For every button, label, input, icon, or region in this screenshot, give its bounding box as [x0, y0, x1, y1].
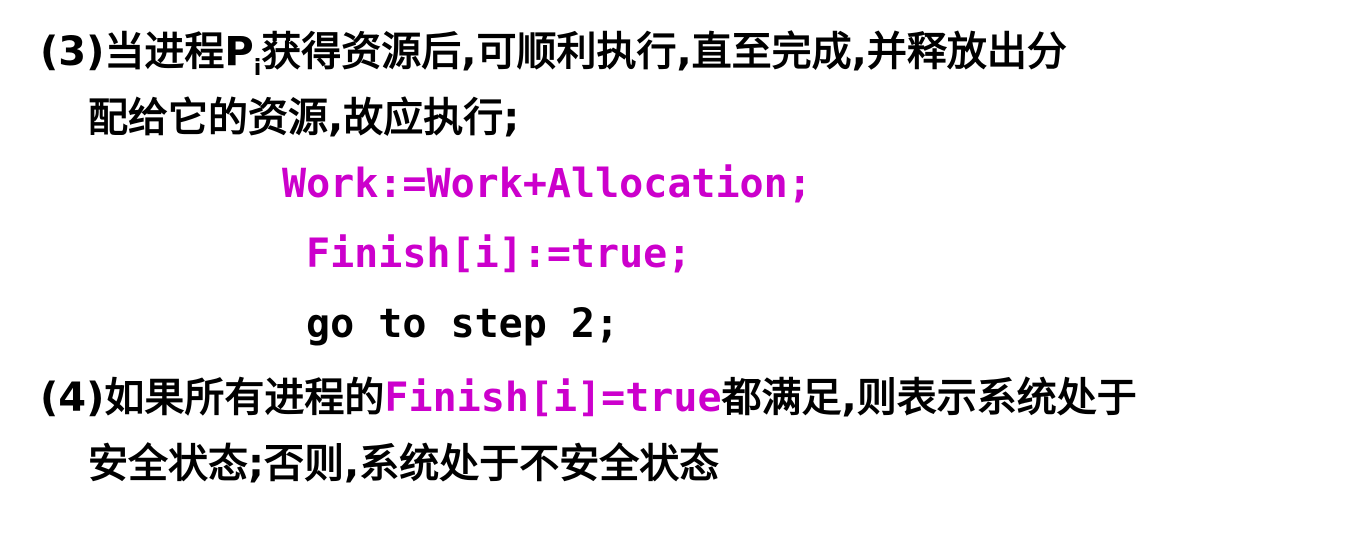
- slide: (3)当进程Pi获得资源后,可顺利执行,直至完成,并释放出分 配给它的资源,故应…: [0, 0, 1371, 536]
- step3-line1: (3)当进程Pi获得资源后,可顺利执行,直至完成,并释放出分: [40, 26, 1067, 80]
- code-line-goto: go to step 2;: [306, 301, 620, 347]
- step4-suffix: 都满足,则表示系统处于: [721, 375, 1137, 421]
- step4-highlight: Finish[i]=true: [384, 375, 722, 421]
- step4-prefix: (4)如果所有进程的: [40, 375, 385, 421]
- step4-line1: (4)如果所有进程的Finish[i]=true都满足,则表示系统处于: [40, 372, 1137, 424]
- step3-suffix: 获得资源后,可顺利执行,直至完成,并释放出分: [261, 29, 1067, 75]
- code-line-work: Work:=Work+Allocation;: [282, 161, 812, 207]
- code-line-finish: Finish[i]:=true;: [306, 231, 692, 277]
- step3-prefix: (3)当进程P: [40, 29, 254, 75]
- step4-line2: 安全状态;否则,系统处于不安全状态: [88, 441, 720, 487]
- step3-line2: 配给它的资源,故应执行;: [88, 95, 520, 141]
